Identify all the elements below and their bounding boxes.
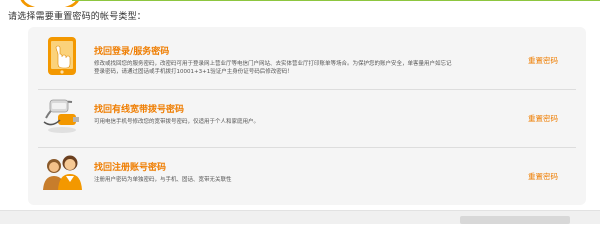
top-decoration [0,0,600,7]
option-title[interactable]: 找回有线宽带拨号密码 [94,102,184,115]
page-prompt: 请选择需要重置密码的帐号类型： [8,12,147,22]
header-arc-decoration [20,0,80,7]
option-description: 修改或找回您的服务密码，改密码可用于登录网上营业厅等电信门户网站、去实体营业厅打… [94,61,452,75]
bottom-action-area [460,216,570,224]
option-description: 可用电信手机号修改您的宽带拨号密码，仅适用于个人和家庭用户。 [94,119,260,125]
option-title[interactable]: 找回注册账号密码 [94,160,166,173]
option-description: 注册用户密码为单独密码，与手机、固话、宽带无关联性 [94,177,232,183]
reset-password-button[interactable]: 重置密码 [528,55,558,66]
account-type-panel: 找回登录/服务密码 修改或找回您的服务密码，改密码可用于登录网上营业厅等电信门户… [28,27,586,205]
reset-password-button[interactable]: 重置密码 [528,113,558,124]
bottom-bar [0,210,600,224]
phone-icon [48,37,76,75]
broadband-plug-icon [43,99,79,133]
reset-password-button[interactable]: 重置密码 [528,171,558,182]
option-broadband-password: 找回有线宽带拨号密码 可用电信手机号修改您的宽带拨号密码，仅适用于个人和家庭用户… [28,90,586,142]
header-divider [72,0,600,1]
option-login-password: 找回登录/服务密码 修改或找回您的服务密码，改密码可用于登录网上营业厅等电信门户… [28,32,586,84]
users-icon [43,155,82,190]
option-registered-account-password: 找回注册账号密码 注册用户密码为单独密码，与手机、固话、宽带无关联性 重置密码 [28,148,586,200]
option-title[interactable]: 找回登录/服务密码 [94,44,169,57]
